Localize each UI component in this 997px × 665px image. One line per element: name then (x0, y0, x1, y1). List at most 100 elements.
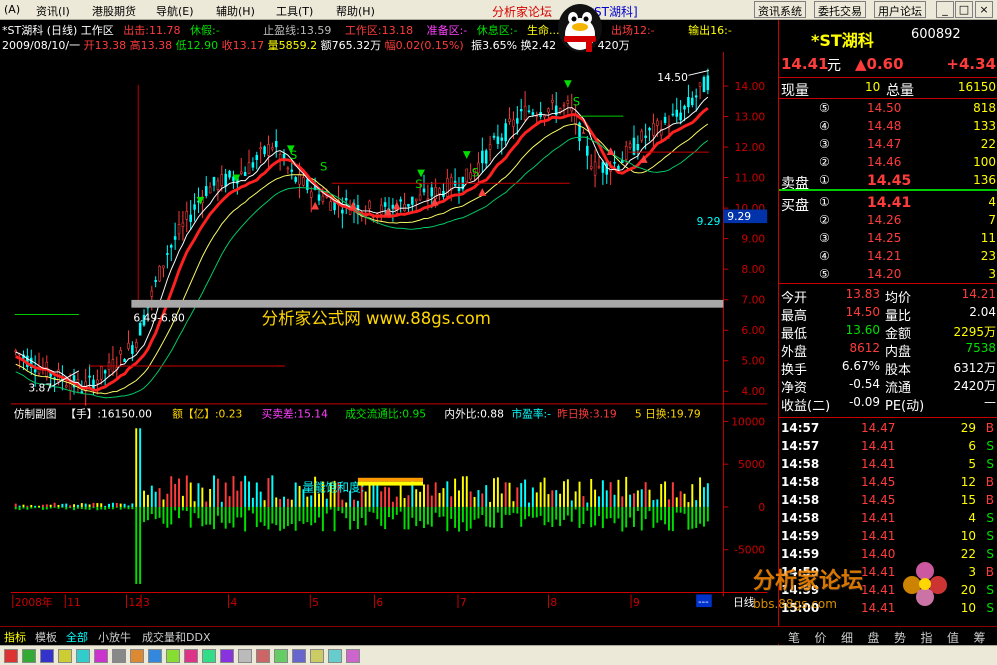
toolbar-icon[interactable] (220, 649, 234, 663)
toolbar-icon[interactable] (238, 649, 252, 663)
stat-value: 6.67% (841, 359, 880, 373)
price-tick: 5.00 (741, 355, 765, 368)
quote-panel: *ST湖科 600892 14.41 元 ▲0.60 +4.34 现量 10 总量 16150 ⑤ 1… (778, 20, 997, 647)
toolbar-icon[interactable] (346, 649, 360, 663)
price-unit: 元 (827, 58, 841, 74)
tick-volume: 5 (968, 457, 976, 471)
toolbar-icon[interactable] (58, 649, 72, 663)
bar-amount: 额765.32万 (320, 39, 382, 52)
ind-zhiying: 止盈线:13.59 (263, 24, 332, 37)
tick-row: 14:57 14.41 6 S (779, 438, 997, 456)
tick-volume: 3 (968, 565, 976, 579)
tick-time: 14:57 (781, 439, 820, 453)
toolbar-icon[interactable] (148, 649, 162, 663)
signal-s-marker: S (472, 165, 479, 179)
user-forum-button[interactable]: 用户论坛 (874, 1, 926, 18)
stat-row: 最高 14.50 量比 2.04 (779, 304, 997, 324)
toolbar-icon[interactable] (22, 649, 36, 663)
stat-value: 13.83 (845, 287, 880, 301)
menu-item-a[interactable]: (A) (4, 3, 20, 16)
resistance-band (131, 299, 724, 308)
stat-value: 8612 (849, 341, 880, 355)
toolbar-icon[interactable] (40, 649, 54, 663)
tick-time: 14:59 (781, 529, 820, 543)
sell-price: 14.46 (867, 155, 902, 169)
sell-volume: 818 (973, 101, 996, 115)
stat-value: -0.54 (848, 377, 880, 391)
toolbar-icon[interactable] (166, 649, 180, 663)
menu-item-hk-futures[interactable]: 港股期货 (92, 3, 136, 19)
buy-volume: 11 (980, 231, 996, 245)
quote-tab[interactable]: 势 (888, 629, 912, 646)
svg-text:昨日换:3.19: 昨日换:3.19 (557, 408, 617, 421)
sell-price: 14.45 (867, 173, 912, 189)
menu-item-info[interactable]: 资讯(I) (36, 3, 70, 19)
tick-row: 14:58 14.45 12 B (779, 474, 997, 492)
toolbar-icon[interactable] (292, 649, 306, 663)
toolbar-icon[interactable] (310, 649, 324, 663)
toolbar-icon[interactable] (94, 649, 108, 663)
sell-volume: 22 (980, 137, 996, 151)
menu-item-assist[interactable]: 辅助(H) (216, 3, 255, 19)
bar-change: 幅0.02(0.15%) (384, 39, 464, 52)
time-tick: 7 (460, 596, 467, 609)
time-tick: 2008年 (15, 596, 53, 609)
minimize-button[interactable]: _ (936, 1, 954, 18)
sell-volume: 136 (973, 173, 996, 187)
stat-row: 外盘 8612 内盘 7538 (779, 340, 997, 360)
close-button[interactable]: × (975, 1, 993, 18)
price-change-pct: +4.34 (946, 55, 996, 73)
quote-tab[interactable]: 指 (915, 629, 939, 646)
sell-level-row: ⑤ 14.50 818 (779, 100, 997, 118)
news-system-button[interactable]: 资讯系统 (754, 1, 806, 18)
quote-tab[interactable]: 价 (809, 629, 833, 646)
stat-row: 最低 13.60 金额 2295万 (779, 322, 997, 342)
sell-level: ⑤ (819, 101, 830, 115)
tick-volume: 22 (960, 547, 976, 561)
toolbar-icon[interactable] (130, 649, 144, 663)
buy-volume: 23 (980, 249, 996, 263)
tick-volume: 15 (960, 493, 976, 507)
quote-tab[interactable]: 筹 (968, 629, 992, 646)
ind-workzone: 工作区:13.18 (344, 24, 414, 37)
tick-time: 14:58 (781, 493, 820, 507)
price-change: ▲0.60 (855, 55, 904, 73)
tick-row: 14:59 14.41 10 S (779, 528, 997, 546)
toolbar-icon[interactable] (274, 649, 288, 663)
quote-tab[interactable]: 盘 (862, 629, 886, 646)
toolbar-icon[interactable] (256, 649, 270, 663)
time-tick: 8 (550, 596, 557, 609)
volume-tick: -5000 (734, 544, 765, 557)
toolbar-icon[interactable] (328, 649, 342, 663)
last-price: 14.41 (781, 55, 829, 73)
tick-price: 14.41 (861, 439, 896, 453)
price-chart[interactable]: 14.0013.0012.0011.0010.009.008.007.006.0… (0, 52, 778, 610)
tab-template[interactable]: 模板 (35, 629, 57, 645)
maximize-button[interactable]: □ (955, 1, 973, 18)
toolbar-icon[interactable] (112, 649, 126, 663)
sell-level-row: 卖盘 ① 14.45 136 (779, 172, 997, 192)
menu-item-nav[interactable]: 导航(E) (156, 3, 194, 19)
toolbar-icon[interactable] (184, 649, 198, 663)
sell-volume: 133 (973, 119, 996, 133)
toolbar-icon[interactable] (76, 649, 90, 663)
tab-indicator[interactable]: 指标 (4, 629, 26, 645)
now-volume-label: 现量 (781, 83, 809, 99)
tab-xiaofangniu[interactable]: 小放牛 (98, 629, 131, 645)
menu-item-tools[interactable]: 工具(T) (276, 3, 313, 19)
stat-value: 2295万 (953, 325, 996, 339)
ind-xiujia: 休假:- (189, 24, 220, 37)
quote-tab[interactable]: 值 (941, 629, 965, 646)
trade-order-button[interactable]: 委托交易 (814, 1, 866, 18)
buy-level: ③ (819, 231, 830, 245)
quote-tab[interactable]: 笔 (782, 629, 806, 646)
svg-text:仿制副图: 仿制副图 (14, 408, 57, 421)
toolbar-icon[interactable] (4, 649, 18, 663)
tab-all[interactable]: 全部 (66, 629, 88, 645)
tab-volume-ddx[interactable]: 成交量和DDX (142, 629, 210, 645)
menu-item-help[interactable]: 帮助(H) (336, 3, 375, 19)
quote-tab[interactable]: 细 (835, 629, 859, 646)
time-tick: 9 (633, 596, 640, 609)
volume-axis: 10000 5000 0 -5000 (723, 415, 765, 557)
toolbar-icon[interactable] (202, 649, 216, 663)
